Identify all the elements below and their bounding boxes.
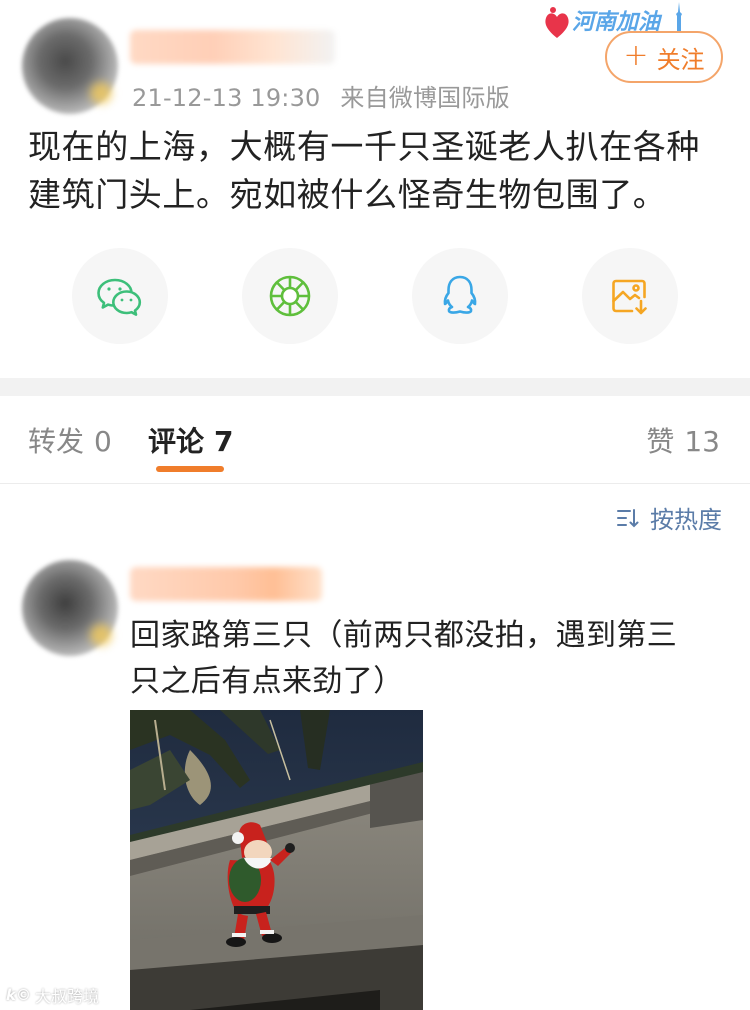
watermark: k© 大叔跨境 bbox=[6, 983, 99, 1007]
sort-icon bbox=[617, 508, 639, 527]
active-tab-indicator bbox=[156, 466, 224, 472]
post-timestamp: 21-12-13 19:30 bbox=[132, 84, 321, 112]
heart-icon bbox=[545, 7, 569, 38]
sort-label: 按热度 bbox=[650, 506, 722, 534]
comment-photo[interactable] bbox=[130, 710, 423, 1010]
commenter-name-blurred[interactable] bbox=[130, 567, 322, 601]
comment-text-line: 回家路第三只（前两只都没拍，遇到第三 bbox=[130, 618, 678, 653]
section-divider bbox=[0, 378, 750, 396]
comment-body: 回家路第三只（前两只都没拍，遇到第三 只之后有点来劲了） bbox=[130, 613, 730, 705]
tab-comments[interactable]: 评论 7 bbox=[148, 420, 234, 460]
follow-button[interactable]: + 关注 bbox=[605, 31, 723, 83]
author-avatar[interactable] bbox=[22, 18, 118, 114]
tab-reposts-label: 转发 bbox=[28, 425, 85, 458]
plus-icon: + bbox=[623, 37, 649, 73]
commenter-avatar[interactable] bbox=[22, 560, 118, 656]
save-image-button[interactable] bbox=[582, 248, 678, 344]
follow-label: 关注 bbox=[656, 45, 705, 74]
post-meta: 21-12-13 19:30 来自微博国际版 bbox=[132, 78, 522, 113]
post-source: 来自微博国际版 bbox=[340, 84, 510, 112]
santa-on-wall-photo bbox=[130, 710, 423, 1010]
post-text-line: 建筑门头上。宛如被什么怪奇生物包围了。 bbox=[28, 175, 667, 214]
watermark-text: 大叔跨境 bbox=[34, 987, 99, 1006]
tab-likes-count: 13 bbox=[684, 425, 720, 458]
watermark-logo: k© bbox=[6, 986, 31, 1004]
author-name-blurred[interactable] bbox=[130, 30, 335, 64]
tab-likes[interactable]: 赞 13 bbox=[646, 420, 720, 460]
post-card: 21-12-13 19:30 来自微博国际版 河南加油 + 关注 现在的上海，大… bbox=[0, 0, 750, 378]
qq-icon bbox=[443, 275, 477, 314]
moments-icon bbox=[269, 275, 311, 317]
post-body: 现在的上海，大概有一千只圣诞老人扒在各种 建筑门头上。宛如被什么怪奇生物包围了。 bbox=[28, 123, 728, 219]
save-image-icon bbox=[612, 279, 647, 315]
share-moments-button[interactable] bbox=[242, 248, 338, 344]
tab-bar: 转发 0 评论 7 赞 13 bbox=[0, 396, 750, 484]
tab-comments-count: 7 bbox=[214, 425, 234, 458]
tab-reposts[interactable]: 转发 0 bbox=[28, 420, 112, 460]
tab-comments-label: 评论 bbox=[148, 425, 205, 458]
tab-reposts-count: 0 bbox=[94, 425, 112, 458]
share-wechat-button[interactable] bbox=[72, 248, 168, 344]
share-qq-button[interactable] bbox=[412, 248, 508, 344]
share-row bbox=[0, 248, 750, 344]
post-text-line: 现在的上海，大概有一千只圣诞老人扒在各种 bbox=[28, 127, 700, 166]
tab-likes-label: 赞 bbox=[646, 425, 675, 458]
wechat-icon bbox=[97, 278, 142, 316]
sort-by-popularity-button[interactable]: 按热度 bbox=[616, 500, 722, 535]
comment-text-line: 只之后有点来劲了） bbox=[130, 664, 404, 699]
